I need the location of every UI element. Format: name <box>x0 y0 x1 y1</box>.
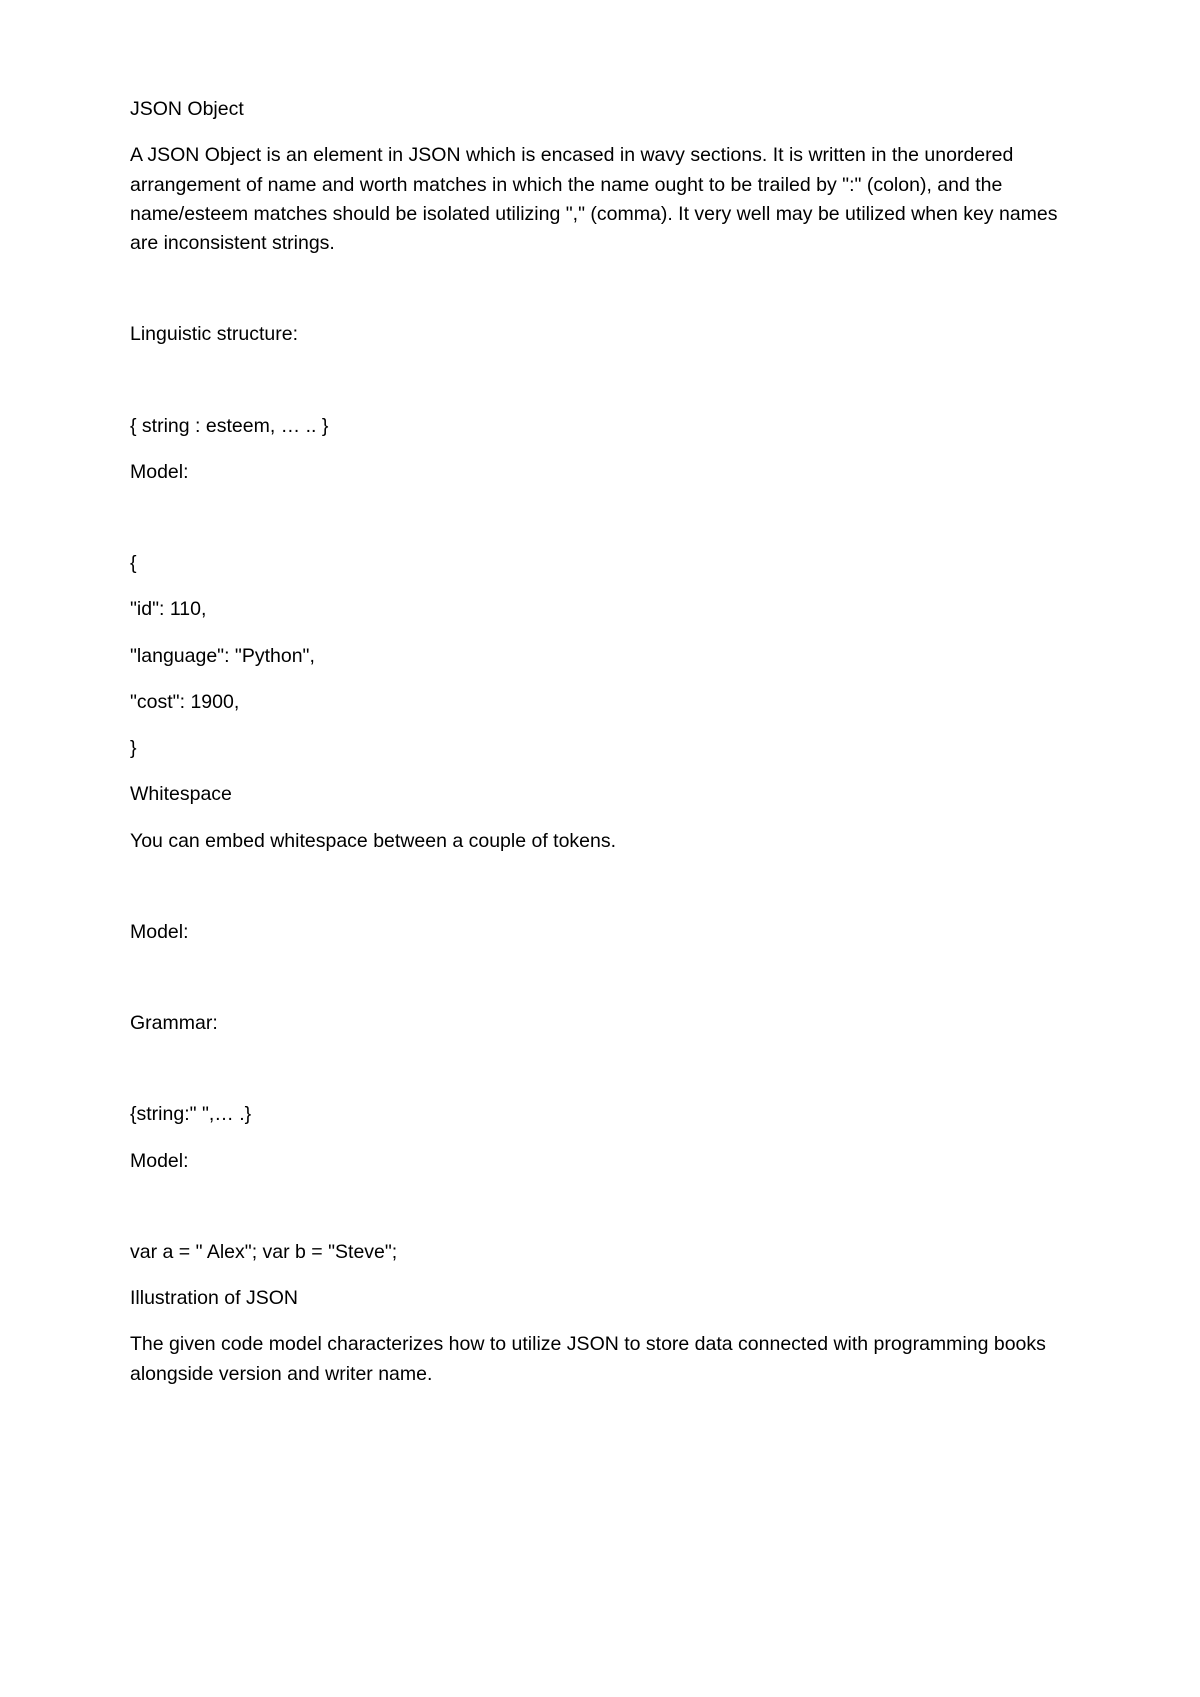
paragraph-illustration-desc: The given code model characterizes how t… <box>130 1330 1070 1389</box>
label-model-2: Model: <box>130 918 1070 947</box>
label-model-3: Model: <box>130 1147 1070 1176</box>
var-example: var a = " Alex"; var b = "Steve"; <box>130 1238 1070 1267</box>
paragraph-whitespace-desc: You can embed whitespace between a coupl… <box>130 827 1070 856</box>
example-close-brace: } <box>130 734 1070 763</box>
example-cost-line: "cost": 1900, <box>130 688 1070 717</box>
example-open-brace: { <box>130 549 1070 578</box>
example-language-line: "language": "Python", <box>130 642 1070 671</box>
example-id-line: "id": 110, <box>130 595 1070 624</box>
paragraph-intro: A JSON Object is an element in JSON whic… <box>130 141 1070 258</box>
syntax-string-esteem: { string : esteem, … .. } <box>130 412 1070 441</box>
heading-json-object: JSON Object <box>130 95 1070 124</box>
label-linguistic-structure: Linguistic structure: <box>130 320 1070 349</box>
label-grammar: Grammar: <box>130 1009 1070 1038</box>
syntax-grammar: {string:" ",… .} <box>130 1100 1070 1129</box>
heading-whitespace: Whitespace <box>130 780 1070 809</box>
heading-illustration: Illustration of JSON <box>130 1284 1070 1313</box>
label-model-1: Model: <box>130 458 1070 487</box>
